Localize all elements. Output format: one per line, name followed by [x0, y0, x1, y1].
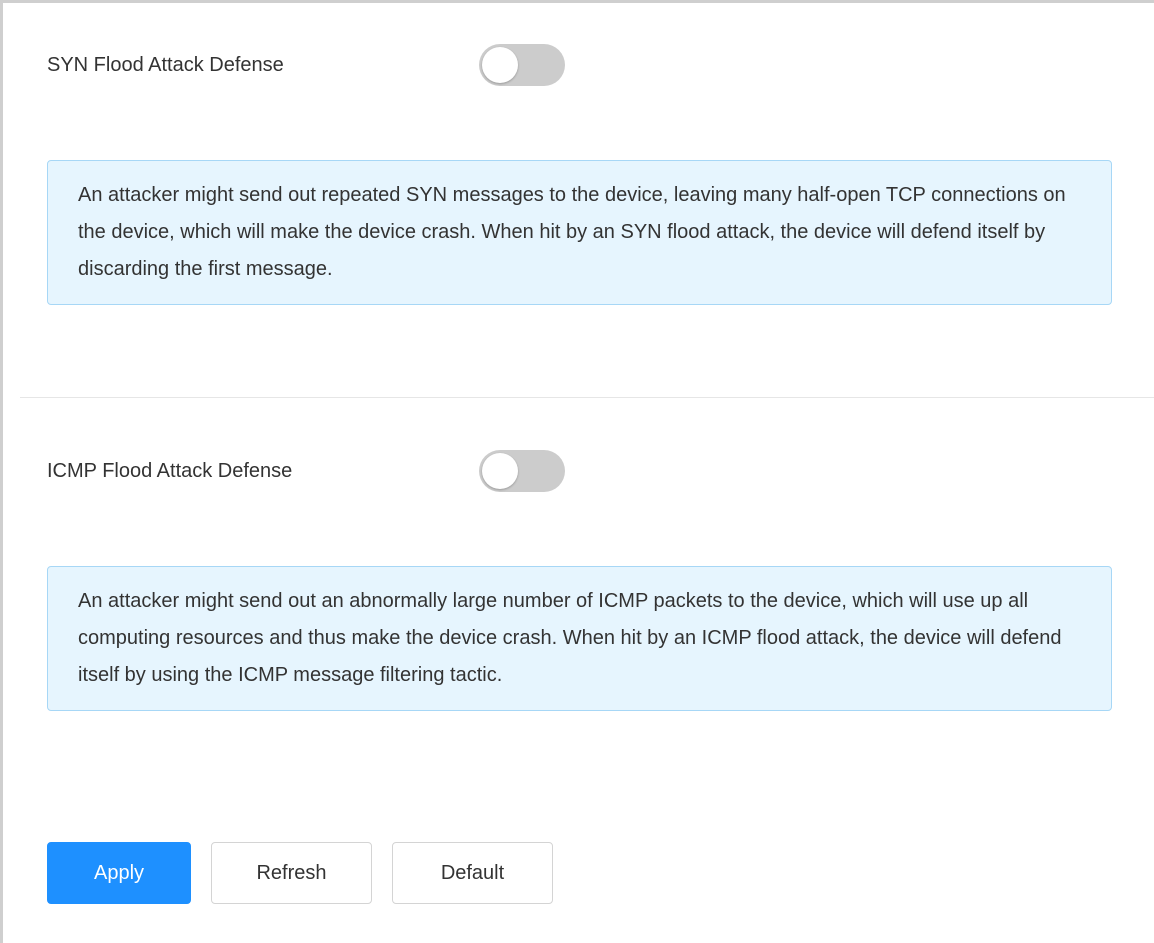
icmp-flood-label: ICMP Flood Attack Defense	[47, 459, 293, 482]
icmp-flood-description: An attacker might send out an abnormally…	[78, 590, 1062, 686]
action-buttons: Apply Refresh Default	[47, 842, 553, 904]
refresh-button[interactable]: Refresh	[211, 842, 372, 904]
syn-flood-label: SYN Flood Attack Defense	[47, 53, 284, 76]
icmp-flood-row: ICMP Flood Attack Defense	[47, 450, 565, 492]
apply-button[interactable]: Apply	[47, 842, 191, 904]
flood-defense-panel: SYN Flood Attack Defense An attacker mig…	[0, 0, 1154, 943]
section-divider	[20, 397, 1154, 398]
syn-flood-toggle[interactable]	[479, 44, 565, 86]
syn-flood-row: SYN Flood Attack Defense	[47, 44, 565, 86]
icmp-flood-toggle[interactable]	[479, 450, 565, 492]
icmp-flood-description-box: An attacker might send out an abnormally…	[47, 566, 1112, 711]
syn-flood-toggle-knob	[482, 47, 518, 83]
icmp-flood-toggle-knob	[482, 453, 518, 489]
syn-flood-description: An attacker might send out repeated SYN …	[78, 184, 1066, 280]
syn-flood-description-box: An attacker might send out repeated SYN …	[47, 160, 1112, 305]
default-button[interactable]: Default	[392, 842, 553, 904]
